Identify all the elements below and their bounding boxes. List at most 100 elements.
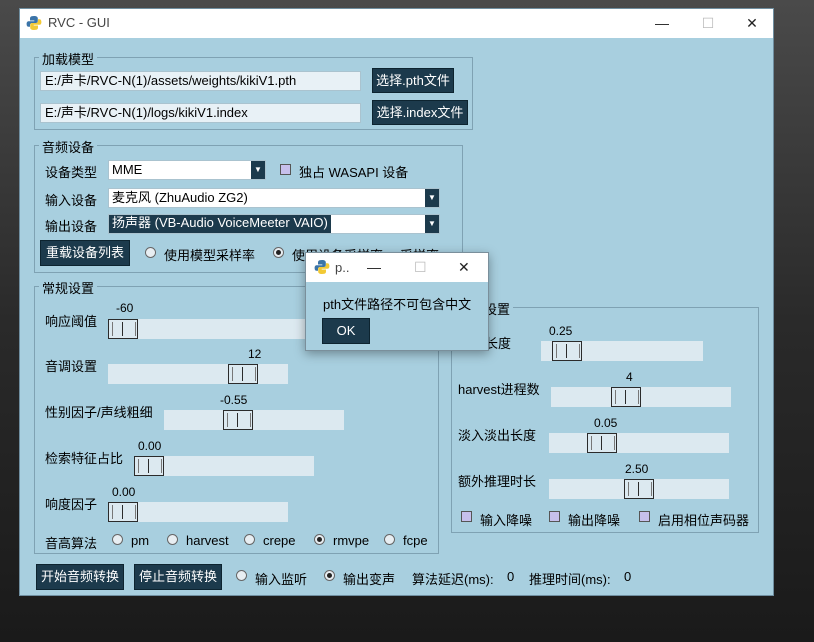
pitch-label: 音调设置	[45, 359, 98, 374]
input-device-select[interactable]: 麦克风 (ZhuAudio ZG2) ▼	[108, 188, 440, 208]
dialog-ok-button[interactable]: OK	[322, 318, 370, 344]
rms-label: 响度因子	[45, 497, 98, 512]
output-denoise-checkbox[interactable]	[549, 511, 560, 522]
f0-label-harvest: harvest	[186, 533, 229, 548]
threshold-slider[interactable]	[108, 319, 308, 339]
maximize-button[interactable]: ☐	[685, 9, 731, 38]
output-device-label: 输出设备	[45, 219, 98, 234]
error-dialog: p.. — ☐ ✕ pth文件路径不可包含中文 OK	[305, 252, 489, 351]
slider-handle[interactable]	[108, 319, 138, 339]
pitch-slider[interactable]	[108, 364, 288, 384]
slider-handle[interactable]	[551, 341, 582, 361]
title-bar: RVC - GUI — ☐ ✕	[20, 9, 773, 38]
pth-path-input[interactable]: E:/声卡/RVC-N(1)/assets/weights/kikiV1.pth	[40, 71, 361, 91]
device-type-select[interactable]: MME ▼	[108, 160, 266, 180]
output-voice-radio[interactable]	[324, 570, 335, 581]
input-denoise-checkbox[interactable]	[461, 511, 472, 522]
slider-handle[interactable]	[222, 410, 253, 430]
start-conversion-button[interactable]: 开始音频转换	[36, 564, 124, 590]
extra-time-label: 额外推理时长	[458, 474, 537, 489]
dialog-close-button[interactable]: ✕	[458, 259, 470, 276]
f0-label-rmvpe: rmvpe	[333, 533, 370, 548]
stop-conversion-button[interactable]: 停止音频转换	[134, 564, 222, 590]
crossfade-slider[interactable]	[549, 433, 729, 453]
exclusive-wasapi-label: 独占 WASAPI 设备	[299, 165, 409, 180]
use-model-sr-radio[interactable]	[145, 247, 156, 258]
index-rate-slider[interactable]	[134, 456, 314, 476]
close-button[interactable]: ✕	[729, 9, 775, 38]
f0-radio-pm[interactable]	[112, 534, 123, 545]
slider-handle[interactable]	[108, 502, 138, 522]
python-icon	[314, 260, 330, 274]
algorithm-delay-value: 0	[507, 569, 515, 584]
formant-label: 性别因子/声线粗细	[45, 405, 153, 420]
slider-handle[interactable]	[624, 479, 654, 499]
reload-devices-button[interactable]: 重载设备列表	[40, 240, 130, 266]
slider-handle[interactable]	[134, 456, 164, 476]
window-title: RVC - GUI	[48, 15, 110, 30]
output-device-select[interactable]: 扬声器 (VB-Audio VoiceMeeter VAIO) ▼	[108, 214, 440, 234]
slider-handle[interactable]	[228, 364, 258, 384]
index-rate-label: 检索特征占比	[45, 451, 124, 466]
inference-time-value: 0	[624, 569, 632, 584]
algorithm-delay-label: 算法延迟(ms):	[412, 572, 494, 587]
harvest-procs-label: harvest进程数	[458, 382, 540, 397]
use-model-sr-label: 使用模型采样率	[164, 248, 256, 263]
dialog-title: p..	[335, 260, 350, 275]
dialog-message: pth文件路径不可包含中文	[323, 297, 472, 312]
input-device-label: 输入设备	[45, 193, 98, 208]
f0-radio-crepe[interactable]	[244, 534, 255, 545]
minimize-button[interactable]: —	[639, 9, 685, 38]
slider-handle[interactable]	[611, 387, 641, 407]
use-device-sr-radio[interactable]	[273, 247, 284, 258]
input-monitor-label: 输入监听	[255, 572, 308, 587]
input-monitor-radio[interactable]	[236, 570, 247, 581]
threshold-value: -60	[116, 301, 134, 315]
harvest-procs-slider[interactable]	[551, 387, 731, 407]
phase-vocoder-checkbox[interactable]	[639, 511, 650, 522]
rms-value: 0.00	[112, 485, 136, 499]
exclusive-wasapi-checkbox[interactable]	[280, 164, 291, 175]
f0-label-fcpe: fcpe	[403, 533, 428, 548]
index-path-input[interactable]: E:/声卡/RVC-N(1)/logs/kikiV1.index	[40, 103, 361, 123]
chevron-down-icon: ▼	[251, 161, 265, 179]
dialog-title-bar: p.. — ☐ ✕	[306, 253, 488, 282]
threshold-label: 响应阈值	[45, 314, 98, 329]
index-rate-value: 0.00	[138, 439, 162, 453]
rms-slider[interactable]	[108, 502, 288, 522]
formant-slider[interactable]	[164, 410, 344, 430]
crossfade-label: 淡入淡出长度	[458, 428, 537, 443]
f0-radio-rmvpe[interactable]	[314, 534, 325, 545]
device-type-label: 设备类型	[45, 165, 98, 180]
audio-device-legend: 音频设备	[39, 137, 98, 156]
select-pth-button[interactable]: 选择.pth文件	[372, 68, 454, 93]
block-time-value: 0.25	[549, 324, 573, 338]
output-denoise-label: 输出降噪	[568, 513, 621, 528]
input-device-value: 麦克风 (ZhuAudio ZG2)	[112, 190, 248, 205]
harvest-procs-value: 4	[626, 370, 633, 384]
crossfade-value: 0.05	[594, 416, 618, 430]
extra-time-slider[interactable]	[549, 479, 729, 499]
f0-radio-harvest[interactable]	[167, 534, 178, 545]
pitch-value: 12	[248, 347, 262, 361]
output-voice-label: 输出变声	[343, 572, 396, 587]
block-time-slider[interactable]	[541, 341, 703, 361]
slider-handle[interactable]	[586, 433, 617, 453]
f0-label-pm: pm	[131, 533, 150, 548]
python-icon	[26, 16, 42, 30]
chevron-down-icon: ▼	[425, 189, 439, 207]
f0-label-crepe: crepe	[263, 533, 296, 548]
extra-time-value: 2.50	[625, 462, 649, 476]
dialog-maximize-button[interactable]: ☐	[414, 259, 427, 276]
device-type-value: MME	[112, 162, 143, 177]
f0-method-label: 音高算法	[45, 536, 98, 551]
load-model-legend: 加载模型	[39, 49, 98, 68]
select-index-button[interactable]: 选择.index文件	[372, 100, 468, 125]
formant-value: -0.55	[220, 393, 248, 407]
chevron-down-icon: ▼	[425, 215, 439, 233]
general-settings-legend: 常规设置	[39, 278, 98, 297]
dialog-minimize-button[interactable]: —	[367, 259, 381, 275]
phase-vocoder-label: 启用相位声码器	[658, 513, 750, 528]
inference-time-label: 推理时间(ms):	[529, 572, 611, 587]
f0-radio-fcpe[interactable]	[384, 534, 395, 545]
